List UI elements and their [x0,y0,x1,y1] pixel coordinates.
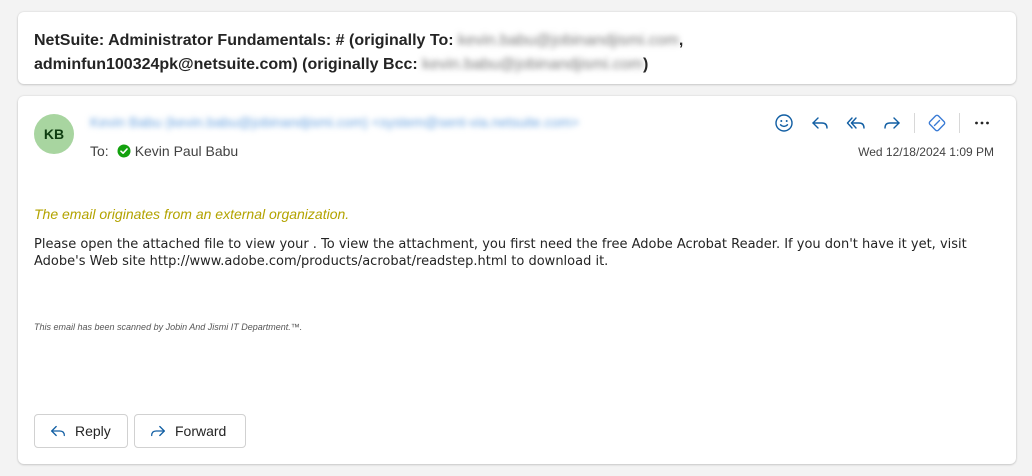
emoji-button[interactable] [770,110,798,136]
reply-all-toolbar-button[interactable] [842,110,870,136]
subject-line2: adminfun100324pk@netsuite.com) (original… [34,56,423,73]
scan-note: This email has been scanned by Jobin And… [34,322,303,332]
verified-check-icon [117,144,131,158]
to-label: To: [90,143,109,159]
subject-blurred-bcc: kevin.babu@jobinandjismi.com [422,56,643,73]
forward-icon [882,113,902,133]
forward-button-label: Forward [175,423,227,439]
reply-icon [810,113,830,133]
message-toolbar [770,110,996,136]
loop-button[interactable] [923,110,951,136]
subject-prefix: NetSuite: Administrator Fundamentals: # … [34,32,459,49]
subject-card: NetSuite: Administrator Fundamentals: # … [18,12,1016,84]
reply-button[interactable]: Reply [34,414,128,448]
subject-blurred-to: kevin.babu@jobinandjismi.com [458,32,679,49]
subject-middle: , [678,32,684,49]
more-actions-button[interactable] [968,110,996,136]
emoji-icon [774,113,794,133]
forward-toolbar-button[interactable] [878,110,906,136]
reply-all-icon [846,113,866,133]
toolbar-separator-2 [959,113,960,133]
forward-button[interactable]: Forward [134,414,246,448]
forward-button-icon [149,422,167,440]
recipient-name[interactable]: Kevin Paul Babu [135,143,239,159]
reply-toolbar-button[interactable] [806,110,834,136]
email-subject: NetSuite: Administrator Fundamentals: # … [34,29,994,77]
loop-icon [927,113,947,133]
message-card: KB Kevin Babu (kevin.babu@jobinandjismi.… [18,96,1016,464]
recipient-line: To: Kevin Paul Babu [90,143,238,159]
subject-suffix: ) [642,56,649,73]
reply-button-label: Reply [75,423,111,439]
external-warning: The email originates from an external or… [34,206,350,222]
reply-button-icon [49,422,67,440]
received-date: Wed 12/18/2024 1:09 PM [858,145,994,159]
message-body: Please open the attached file to view yo… [34,237,967,269]
toolbar-separator [914,113,915,133]
more-icon [972,113,992,133]
sender-address[interactable]: Kevin Babu (kevin.babu@jobinandjismi.com… [90,114,579,130]
avatar[interactable]: KB [34,114,74,154]
